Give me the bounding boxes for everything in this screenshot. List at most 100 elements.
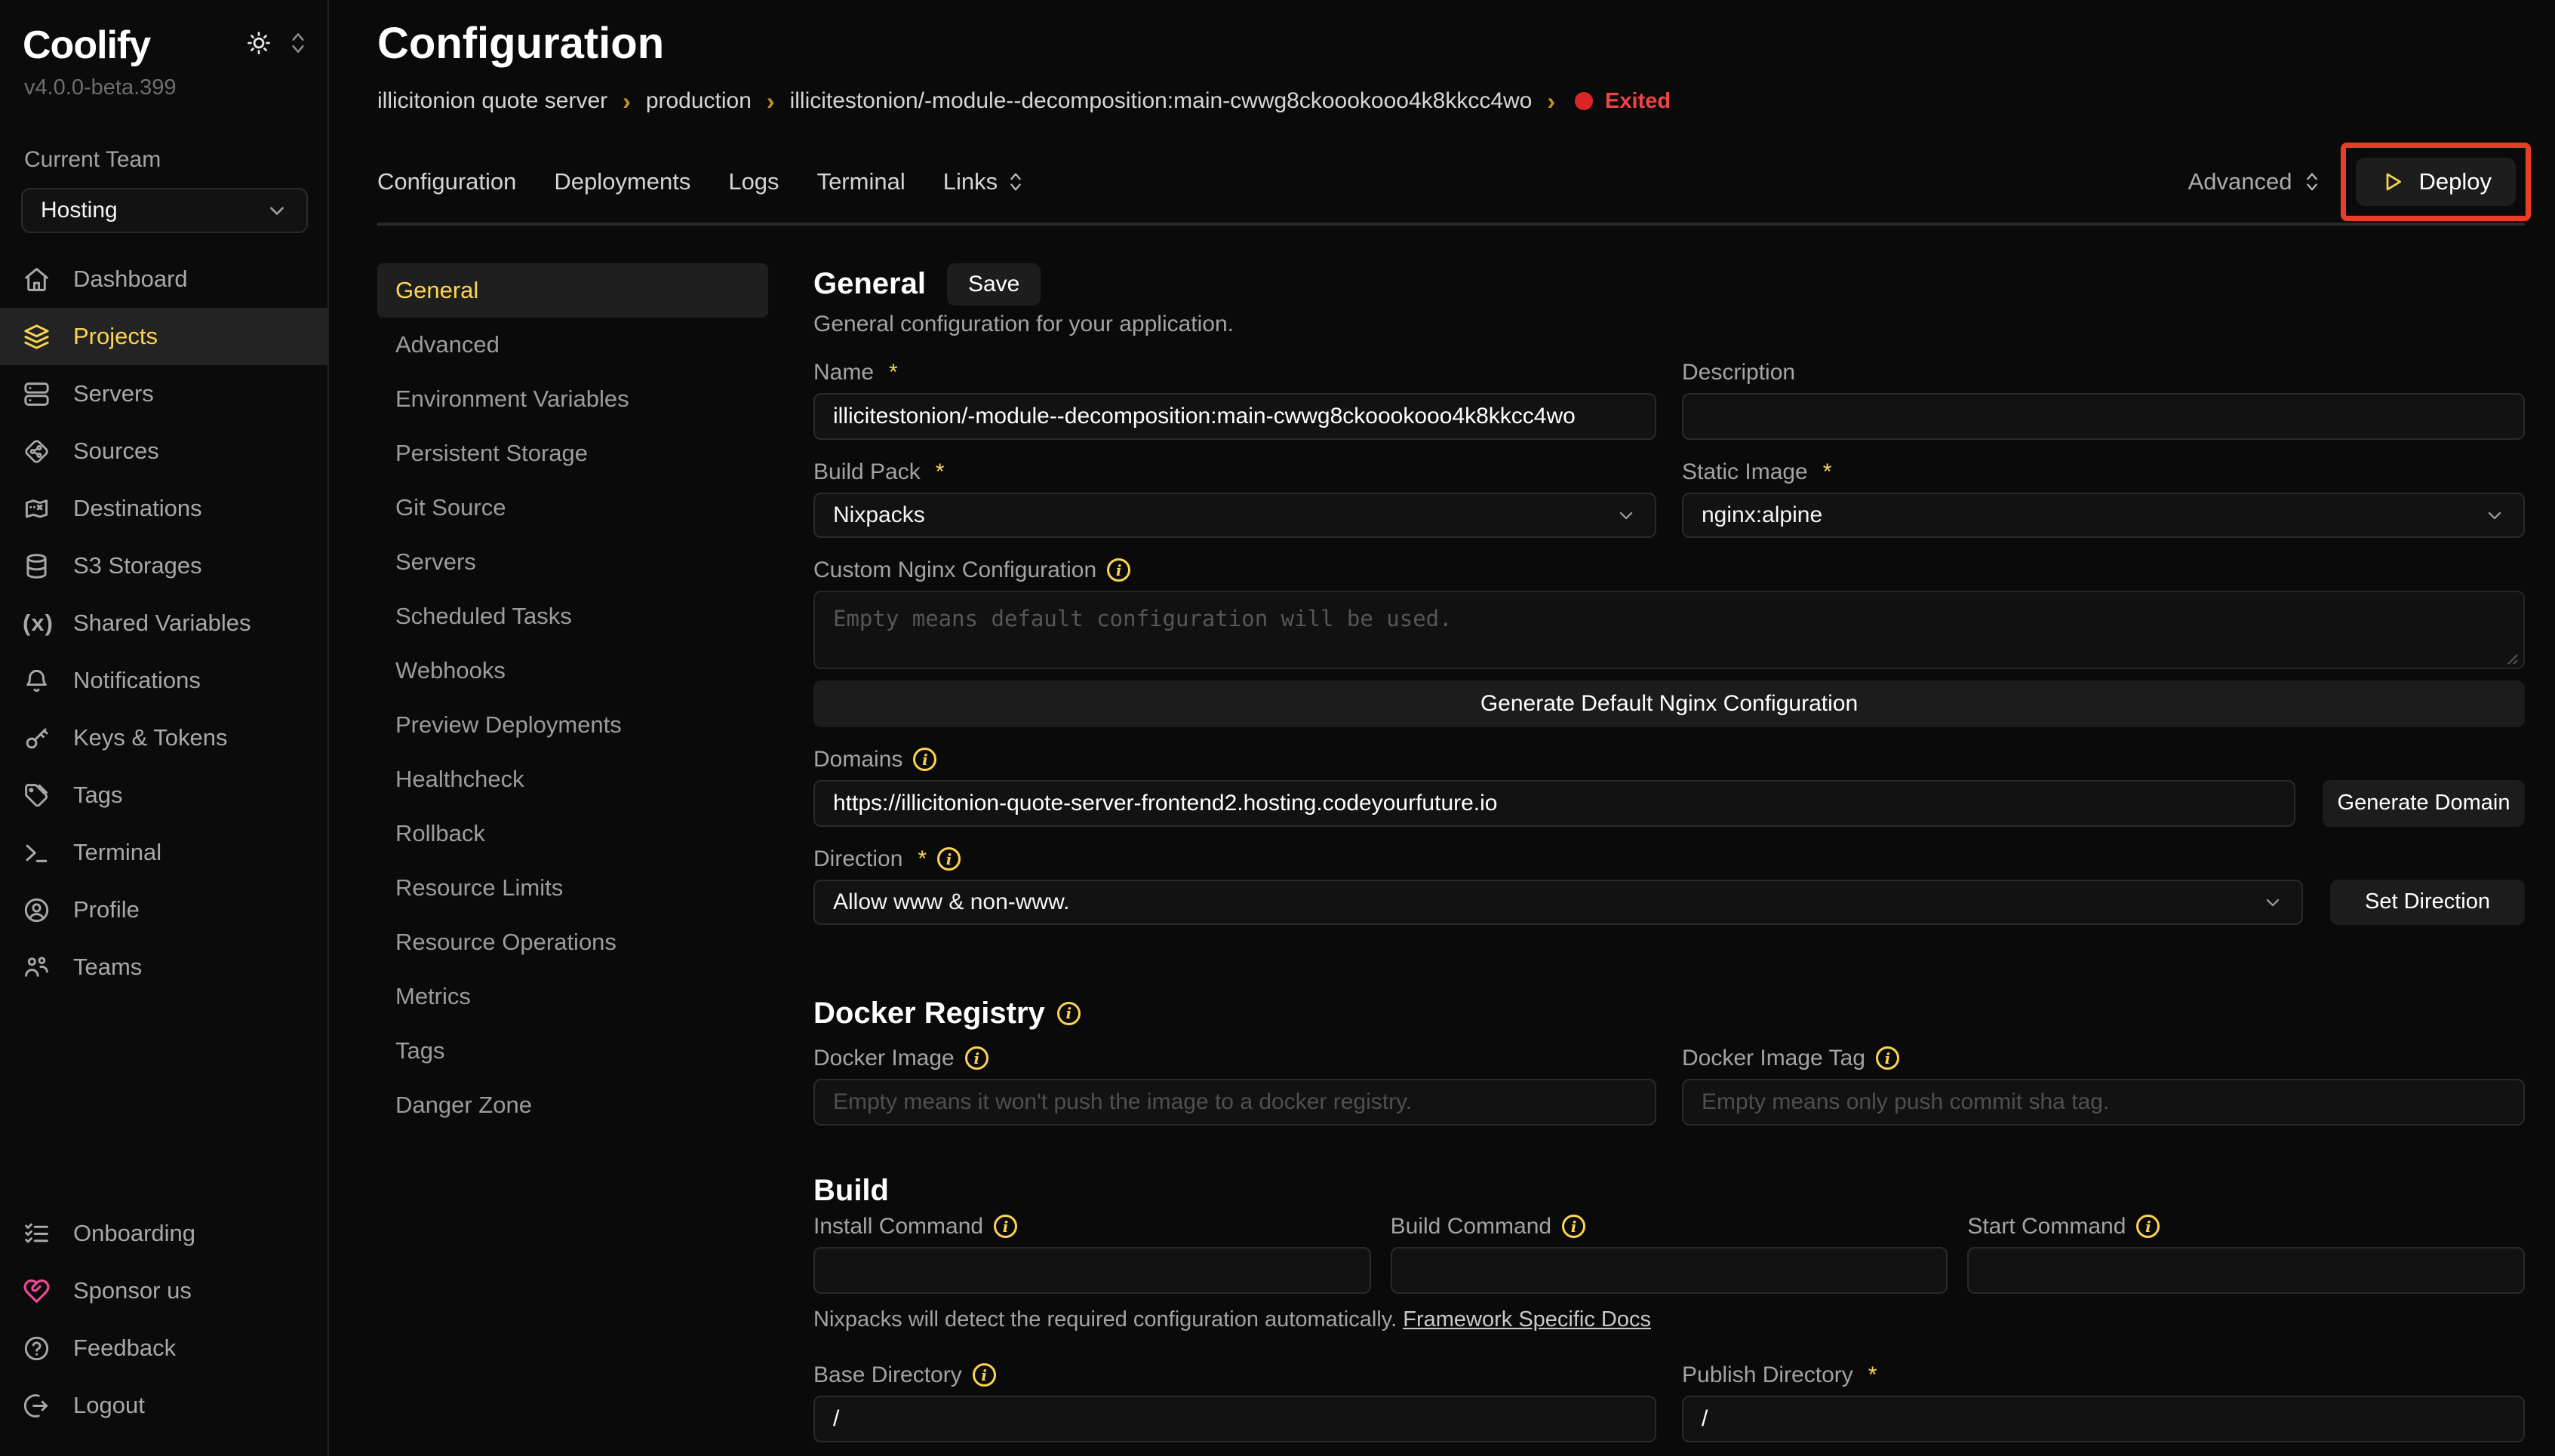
sidebar-item-logout[interactable]: Logout: [0, 1377, 327, 1434]
build-command-input[interactable]: [1391, 1247, 1948, 1294]
subnav-item-metrics[interactable]: Metrics: [377, 969, 768, 1024]
sidebar-item-label: Sources: [73, 438, 159, 465]
subnav-item-persistent-storage[interactable]: Persistent Storage: [377, 426, 768, 481]
install-command-input[interactable]: [813, 1247, 1371, 1294]
info-icon[interactable]: [913, 748, 936, 771]
sidebar-item-label: Terminal: [73, 839, 161, 866]
subnav-item-environment-variables[interactable]: Environment Variables: [377, 372, 768, 426]
sidebar-item-sponsor-us[interactable]: Sponsor us: [0, 1262, 327, 1319]
subnav-item-git-source[interactable]: Git Source: [377, 481, 768, 535]
sidebar-item-label: Teams: [73, 954, 142, 981]
sidebar-item-profile[interactable]: Profile: [0, 881, 327, 938]
base-directory-input[interactable]: [813, 1396, 1656, 1442]
sidebar-item-dashboard[interactable]: Dashboard: [0, 250, 327, 308]
subnav-item-tags[interactable]: Tags: [377, 1024, 768, 1078]
breadcrumb-environment[interactable]: production: [646, 88, 752, 114]
docker-image-input[interactable]: [813, 1079, 1656, 1126]
sidebar-item-feedback[interactable]: Feedback: [0, 1319, 327, 1377]
sidebar-item-terminal[interactable]: Terminal: [0, 824, 327, 881]
sidebar-item-shared-variables[interactable]: (x) Shared Variables: [0, 594, 327, 652]
subnav-item-preview-deployments[interactable]: Preview Deployments: [377, 698, 768, 752]
info-icon[interactable]: [1562, 1215, 1585, 1238]
framework-docs-link[interactable]: Framework Specific Docs: [1403, 1307, 1651, 1332]
sidebar-item-onboarding[interactable]: Onboarding: [0, 1205, 327, 1262]
static-image-select[interactable]: nginx:alpine: [1682, 493, 2525, 538]
subnav-item-scheduled-tasks[interactable]: Scheduled Tasks: [377, 589, 768, 644]
direction-label: Direction*: [813, 846, 2525, 872]
tab-configuration[interactable]: Configuration: [377, 168, 516, 195]
sidebar-item-label: Destinations: [73, 495, 202, 522]
save-button[interactable]: Save: [947, 263, 1041, 306]
info-icon[interactable]: [965, 1046, 988, 1070]
deploy-label: Deploy: [2419, 168, 2492, 195]
name-input[interactable]: [813, 393, 1656, 440]
generate-domain-button[interactable]: Generate Domain: [2323, 780, 2525, 827]
sidebar-item-label: Notifications: [73, 667, 201, 694]
page-title: Configuration: [377, 20, 2525, 68]
subnav-item-advanced[interactable]: Advanced: [377, 318, 768, 372]
info-icon[interactable]: [994, 1215, 1017, 1238]
info-icon[interactable]: [1876, 1046, 1899, 1070]
build-pack-select[interactable]: Nixpacks: [813, 493, 1656, 538]
sidebar-item-destinations[interactable]: Destinations: [0, 480, 327, 537]
breadcrumb-project[interactable]: illicitonion quote server: [377, 88, 607, 114]
checklist-icon: [23, 1220, 51, 1248]
docker-image-tag-label: Docker Image Tag: [1682, 1046, 2525, 1071]
breadcrumb-application[interactable]: illicitestonion/-module--decomposition:m…: [790, 88, 1533, 114]
sidebar-nav: Dashboard Projects Servers Sources Desti…: [0, 250, 327, 996]
subnav-item-rollback[interactable]: Rollback: [377, 806, 768, 861]
advanced-label: Advanced: [2188, 168, 2292, 195]
resize-handle-icon[interactable]: [2502, 649, 2519, 665]
info-icon[interactable]: [1057, 1002, 1081, 1025]
info-icon[interactable]: [937, 847, 961, 871]
main-area: Configuration illicitonion quote server …: [331, 0, 2555, 1456]
sidebar-item-sources[interactable]: Sources: [0, 422, 327, 480]
docker-image-tag-input[interactable]: [1682, 1079, 2525, 1126]
sidebar-item-projects[interactable]: Projects: [0, 308, 327, 365]
tab-links[interactable]: Links: [943, 168, 1025, 195]
logout-icon: [23, 1392, 51, 1420]
tab-deployments[interactable]: Deployments: [554, 168, 690, 195]
key-icon: [23, 724, 51, 752]
info-icon[interactable]: [973, 1363, 996, 1387]
deploy-button[interactable]: Deploy: [2356, 158, 2517, 206]
sidebar-item-s3-storages[interactable]: S3 Storages: [0, 537, 327, 594]
sidebar-item-tags[interactable]: Tags: [0, 766, 327, 824]
sidebar-item-keys-tokens[interactable]: Keys & Tokens: [0, 709, 327, 766]
subnav-item-general[interactable]: General: [377, 263, 768, 318]
team-select[interactable]: Hosting: [21, 188, 308, 233]
sidebar-item-label: Profile: [73, 896, 140, 923]
publish-directory-input[interactable]: [1682, 1396, 2525, 1442]
info-icon[interactable]: [2136, 1215, 2160, 1238]
advanced-dropdown[interactable]: Advanced: [2188, 168, 2321, 195]
custom-nginx-label: Custom Nginx Configuration: [813, 558, 2525, 583]
theme-toggle-sun-icon[interactable]: [246, 30, 272, 56]
status-badge: Exited: [1575, 89, 1671, 114]
sidebar-footer-nav: Onboarding Sponsor us Feedback Logout: [0, 1205, 327, 1434]
custom-nginx-textarea[interactable]: [813, 591, 2525, 669]
subnav-item-resource-operations[interactable]: Resource Operations: [377, 915, 768, 969]
help-circle-icon: [23, 1335, 51, 1362]
sidebar-item-notifications[interactable]: Notifications: [0, 652, 327, 709]
domains-input[interactable]: [813, 780, 2295, 827]
sidebar-item-servers[interactable]: Servers: [0, 365, 327, 422]
generate-nginx-config-button[interactable]: Generate Default Nginx Configuration: [813, 680, 2525, 727]
sidebar-item-teams[interactable]: Teams: [0, 938, 327, 996]
tag-icon: [23, 782, 51, 809]
sidebar-collapse-chevrons-icon[interactable]: [288, 30, 308, 56]
subnav-item-healthcheck[interactable]: Healthcheck: [377, 752, 768, 806]
current-team-label: Current Team: [0, 100, 327, 173]
subnav-item-resource-limits[interactable]: Resource Limits: [377, 861, 768, 915]
tab-terminal[interactable]: Terminal: [817, 168, 905, 195]
set-direction-button[interactable]: Set Direction: [2330, 880, 2525, 925]
subnav-item-webhooks[interactable]: Webhooks: [377, 644, 768, 698]
start-command-input[interactable]: [1967, 1247, 2525, 1294]
static-image-value: nginx:alpine: [1702, 502, 1822, 528]
subnav-item-servers[interactable]: Servers: [377, 535, 768, 589]
tab-logs[interactable]: Logs: [728, 168, 779, 195]
description-input[interactable]: [1682, 393, 2525, 440]
direction-select[interactable]: Allow www & non-www.: [813, 880, 2303, 925]
info-icon[interactable]: [1107, 558, 1130, 582]
settings-subnav: General Advanced Environment Variables P…: [377, 263, 768, 1132]
subnav-item-danger-zone[interactable]: Danger Zone: [377, 1078, 768, 1132]
